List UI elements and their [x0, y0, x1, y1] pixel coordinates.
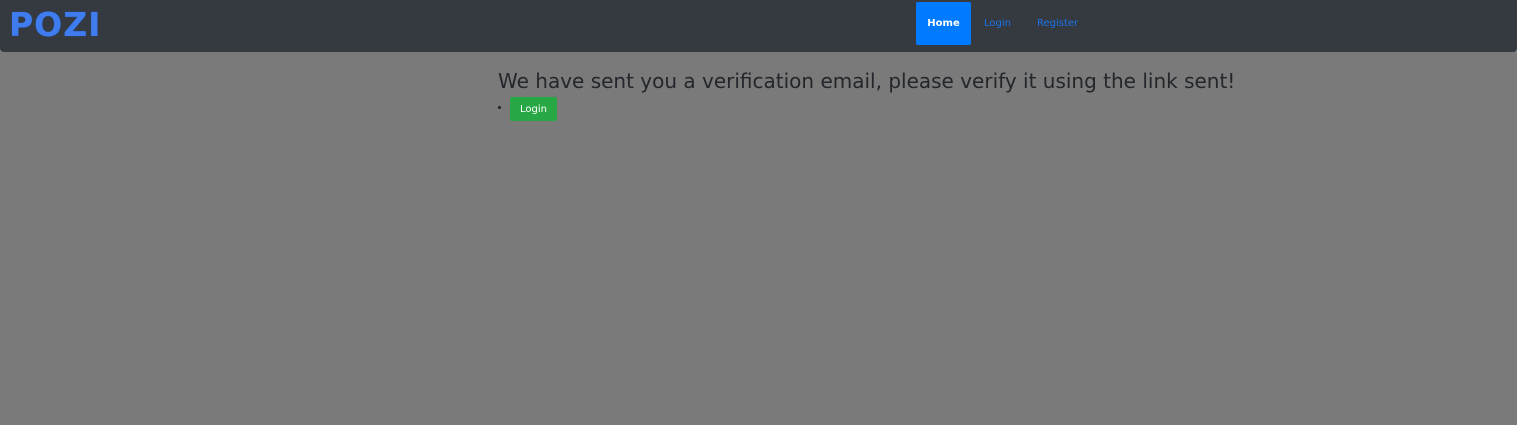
action-list-item: Login [498, 97, 1235, 121]
list-bullet-icon [498, 106, 501, 109]
nav-register-link[interactable]: Register [1024, 2, 1091, 45]
brand-logo[interactable]: POZI [9, 5, 101, 45]
verification-message: We have sent you a verification email, p… [498, 69, 1236, 93]
top-navbar: POZI Home Login Register [0, 0, 1517, 52]
nav-home-link[interactable]: Home [916, 2, 971, 45]
main-content: We have sent you a verification email, p… [498, 66, 1235, 121]
login-button[interactable]: Login [510, 97, 557, 121]
nav-menu: Home Login Register [916, 2, 1091, 45]
nav-login-link[interactable]: Login [971, 2, 1024, 45]
